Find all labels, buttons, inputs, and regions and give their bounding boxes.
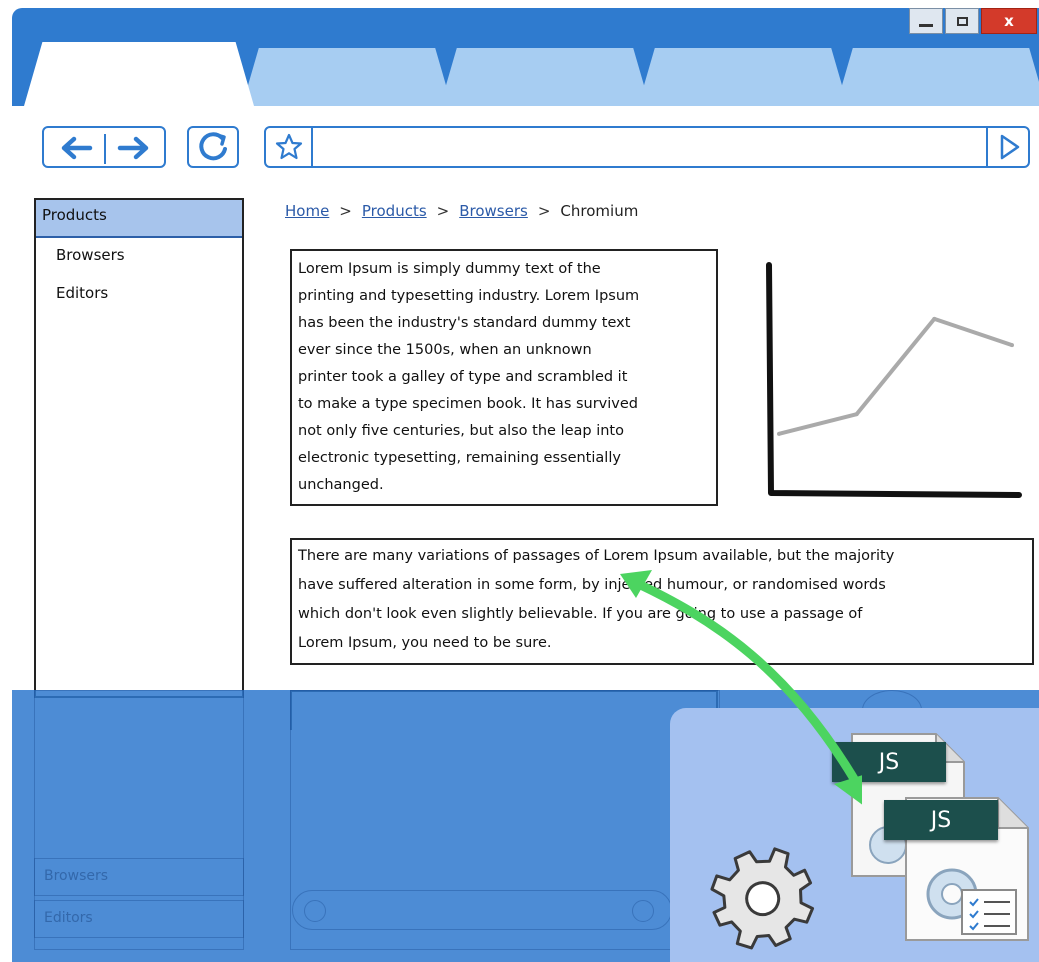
toolbar <box>12 106 1039 196</box>
text-line: has been the industry's standard dummy t… <box>298 315 631 331</box>
text-line: printing and typesetting industry. Lorem… <box>298 288 640 304</box>
js-badge-back: JS <box>832 742 946 782</box>
sidebar-item-browsers[interactable]: Browsers <box>36 238 242 274</box>
chart-point <box>932 316 937 321</box>
star-icon[interactable] <box>274 132 304 162</box>
tab-5[interactable] <box>836 48 1039 106</box>
reload-button[interactable] <box>187 126 239 168</box>
breadcrumb-separator: > <box>339 202 352 220</box>
text-line: Lorem Ipsum is simply dummy text of the <box>298 261 601 277</box>
breadcrumb-browsers[interactable]: Browsers <box>459 202 528 220</box>
js-badge-front: JS <box>884 800 998 840</box>
sidebar: Products Browsers Editors <box>34 198 244 698</box>
tab-3[interactable] <box>440 48 650 106</box>
text-block-1: Lorem Ipsum is simply dummy text of the … <box>290 249 718 506</box>
js-files-card: JS JS <box>670 708 1039 962</box>
breadcrumb: Home > Products > Browsers > Chromium <box>285 202 638 220</box>
text-line: to make a type specimen book. It has sur… <box>298 396 638 412</box>
nav-button-group <box>42 126 166 168</box>
text-line: have suffered alteration in some form, b… <box>298 577 886 593</box>
text-line: unchanged. <box>298 477 384 493</box>
breadcrumb-products[interactable]: Products <box>362 202 427 220</box>
tab-active[interactable] <box>24 42 254 106</box>
chart-axes <box>766 262 1022 498</box>
chart-point <box>777 431 781 436</box>
address-bar[interactable] <box>264 126 1030 168</box>
text-line: ever since the 1500s, when an unknown <box>298 342 592 358</box>
text-line: electronic typesetting, remaining essent… <box>298 450 621 466</box>
reload-icon <box>199 132 227 161</box>
text-line: There are many variations of passages of… <box>298 548 895 564</box>
title-bar: x <box>12 8 1039 106</box>
tab-2[interactable] <box>242 48 452 106</box>
gear-icon <box>710 847 815 950</box>
minimize-icon <box>919 23 933 27</box>
window-controls: x <box>909 8 1037 34</box>
breadcrumb-current: Chromium <box>560 202 639 220</box>
ghost-circle-icon <box>632 900 654 922</box>
chart-series-line <box>778 316 1013 436</box>
close-button[interactable]: x <box>981 8 1037 34</box>
text-line: not only five centuries, but also the le… <box>298 423 624 439</box>
ghost-circle-icon <box>304 900 326 922</box>
address-separator-left <box>311 128 313 166</box>
nav-separator <box>104 134 106 164</box>
minimize-button[interactable] <box>909 8 943 34</box>
chart-point <box>1010 343 1014 348</box>
line-chart <box>757 253 1027 503</box>
text-line: which don't look even slightly believabl… <box>298 606 863 622</box>
chart-point <box>854 412 859 417</box>
go-icon[interactable] <box>996 132 1022 162</box>
ghost-search-field <box>292 890 672 930</box>
sidebar-item-products[interactable]: Products <box>36 200 242 238</box>
browser-window: x Products Browsers Editors Home > Produ… <box>12 8 1039 962</box>
ghost-sidebar-label: Editors <box>44 910 93 926</box>
breadcrumb-home[interactable]: Home <box>285 202 329 220</box>
ghost-sidebar-label: Browsers <box>44 868 109 884</box>
maximize-button[interactable] <box>945 8 979 34</box>
address-separator-right <box>986 128 988 166</box>
forward-arrow-icon[interactable] <box>114 133 154 163</box>
breadcrumb-separator: > <box>436 202 450 220</box>
tab-4[interactable] <box>638 48 848 106</box>
line-chart-svg <box>766 262 1022 498</box>
text-line: Lorem Ipsum, you need to be sure. <box>298 635 552 651</box>
back-arrow-icon[interactable] <box>56 133 96 163</box>
sidebar-item-editors[interactable]: Editors <box>36 274 242 312</box>
breadcrumb-separator: > <box>537 202 551 220</box>
text-block-2: There are many variations of passages of… <box>290 538 1034 665</box>
text-line: printer took a galley of type and scramb… <box>298 369 628 385</box>
maximize-icon <box>956 16 968 26</box>
